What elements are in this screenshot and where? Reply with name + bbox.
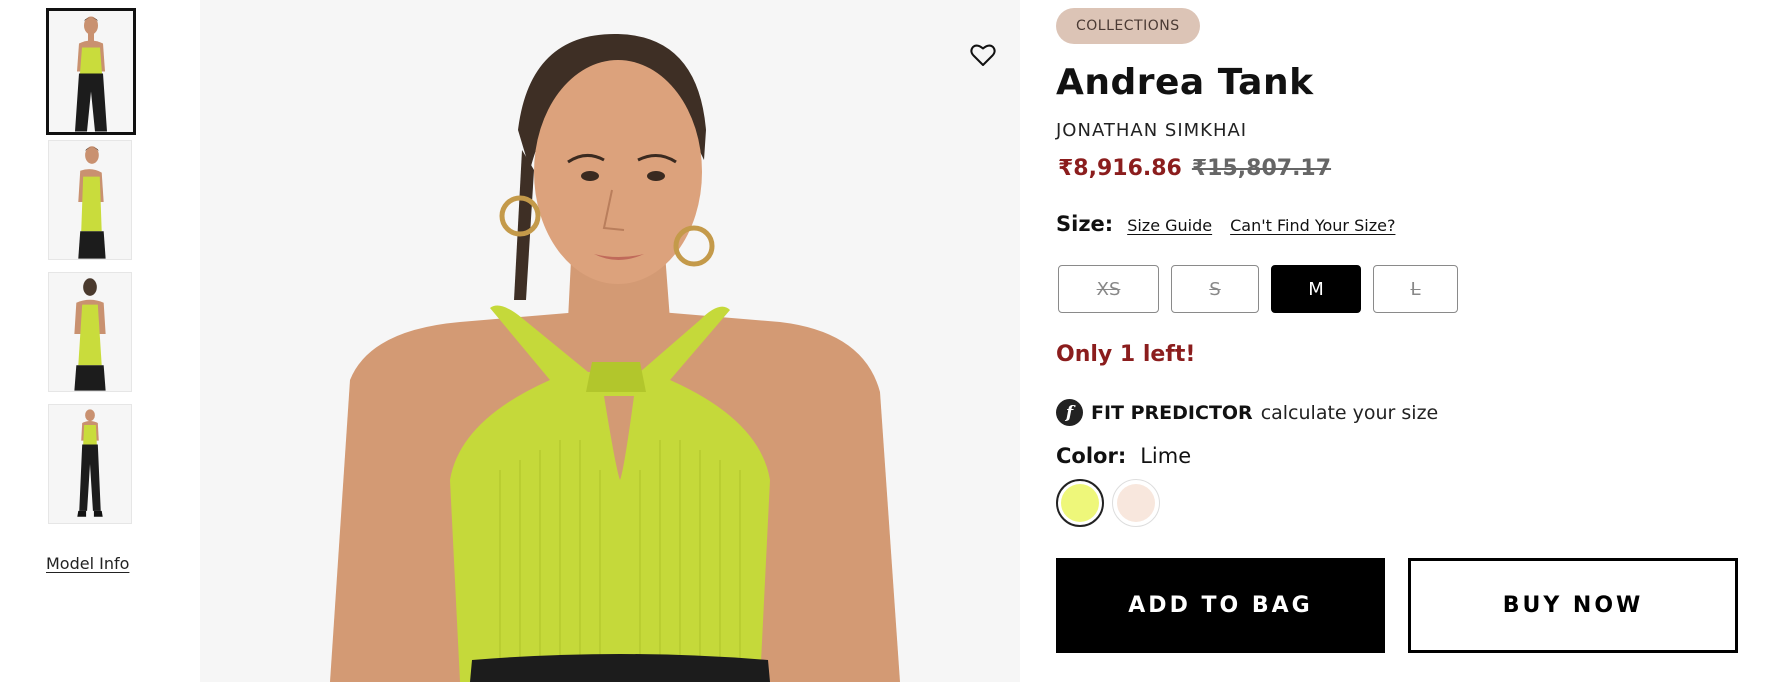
thumbnail-image: [49, 273, 131, 391]
model-info-link[interactable]: Model Info: [46, 554, 129, 573]
size-option-s[interactable]: S: [1171, 265, 1259, 313]
size-guide-link[interactable]: Size Guide: [1127, 216, 1212, 235]
size-header: Size: Size Guide Can't Find Your Size?: [1056, 212, 1413, 236]
swatch-fill: [1117, 484, 1155, 522]
color-swatch-peach[interactable]: [1112, 479, 1160, 527]
size-option-m[interactable]: M: [1271, 265, 1361, 313]
original-price: ₹15,807.17: [1191, 156, 1332, 181]
size-label: Size:: [1056, 212, 1114, 236]
thumbnail-front[interactable]: [46, 8, 136, 135]
collections-badge[interactable]: COLLECTIONS: [1056, 8, 1200, 44]
stock-message: Only 1 left!: [1056, 342, 1196, 367]
color-swatch-lime[interactable]: [1056, 479, 1104, 527]
main-product-image: [200, 0, 1020, 682]
add-to-bag-button[interactable]: ADD TO BAG: [1056, 558, 1385, 653]
fit-predictor-logo-icon: f: [1056, 399, 1083, 426]
fit-predictor-title: FIT PREDICTOR: [1091, 401, 1253, 424]
color-header: Color: Lime: [1056, 444, 1191, 468]
fit-predictor-subtitle: calculate your size: [1260, 401, 1439, 424]
thumbnail-image: [49, 141, 131, 259]
size-option-xs[interactable]: XS: [1058, 265, 1159, 313]
cant-find-size-link[interactable]: Can't Find Your Size?: [1230, 216, 1395, 235]
thumbnail-back[interactable]: [48, 272, 132, 392]
wishlist-heart-icon[interactable]: [968, 40, 998, 70]
thumbnail-side[interactable]: [48, 140, 132, 260]
size-option-l[interactable]: L: [1373, 265, 1458, 313]
swatch-fill: [1061, 484, 1099, 522]
brand-name[interactable]: JONATHAN SIMKHAI: [1056, 120, 1247, 141]
sale-price: ₹8,916.86: [1058, 156, 1182, 181]
color-value: Lime: [1140, 444, 1192, 468]
fit-predictor[interactable]: f FIT PREDICTOR calculate your size: [1056, 399, 1438, 426]
thumbnail-image: [49, 11, 133, 132]
thumbnail-full-length[interactable]: [48, 404, 132, 524]
thumbnail-image: [49, 405, 131, 523]
product-title: Andrea Tank: [1056, 62, 1314, 103]
price-row: ₹8,916.86 ₹15,807.17: [1058, 156, 1331, 181]
color-label: Color:: [1056, 444, 1127, 468]
buy-now-button[interactable]: BUY NOW: [1408, 558, 1738, 653]
